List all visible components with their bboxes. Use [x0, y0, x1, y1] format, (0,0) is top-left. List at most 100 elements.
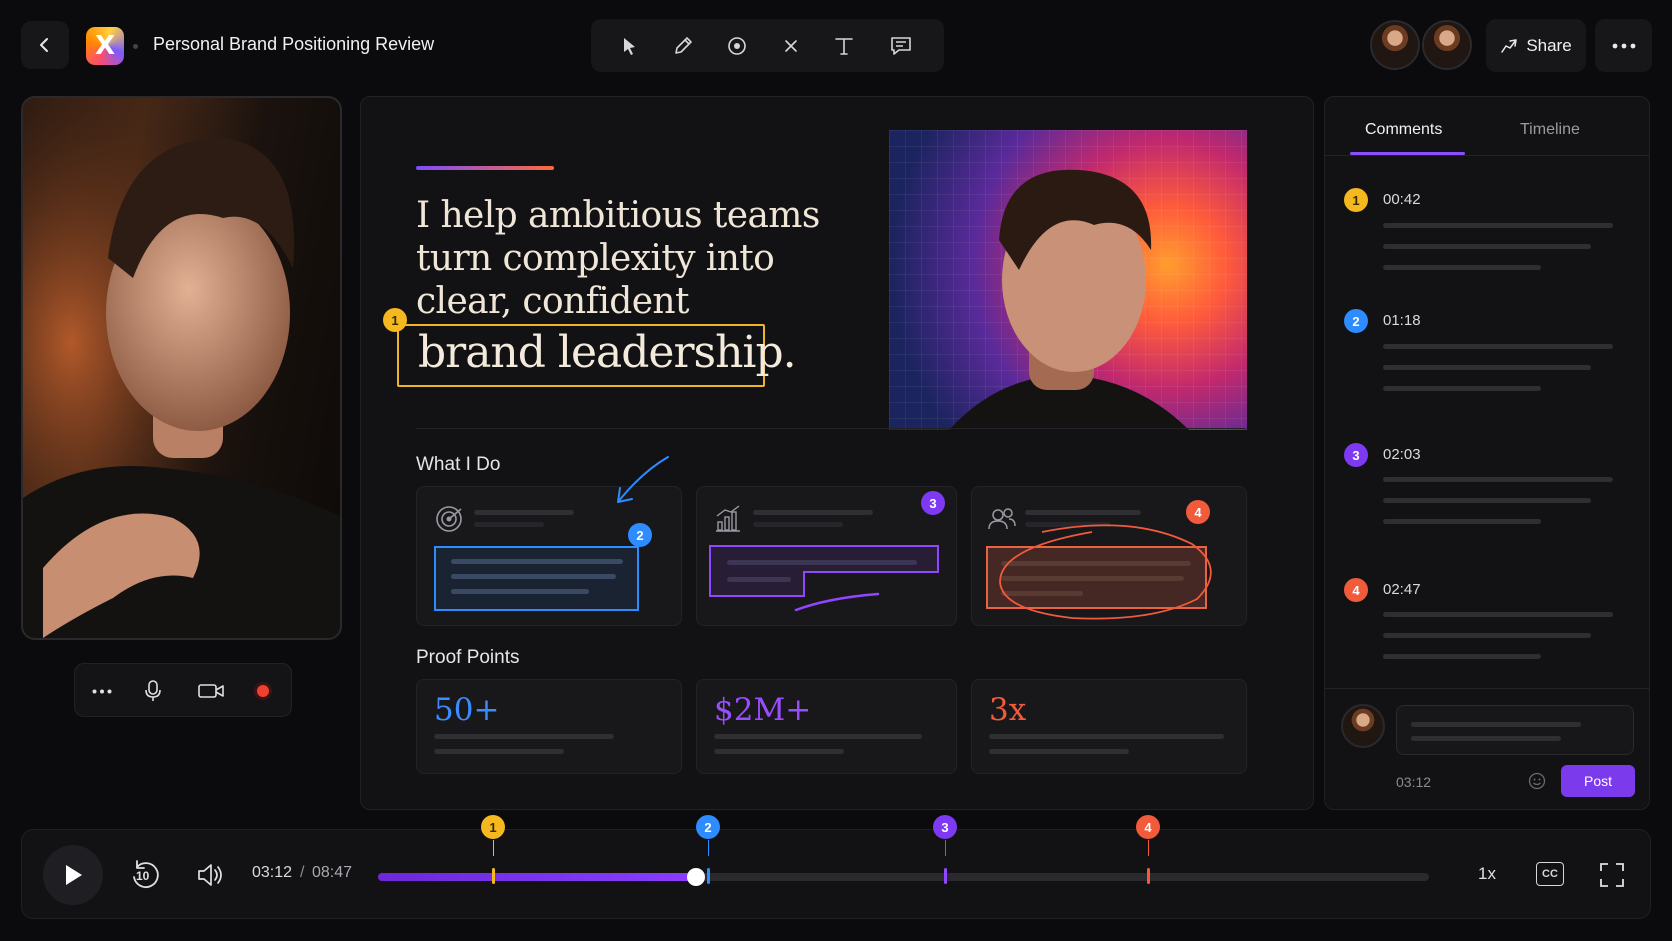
- comment-2-time: 01:18: [1383, 312, 1421, 329]
- card-2-subtitle-bar: [753, 522, 843, 527]
- presenter-image: [23, 98, 340, 638]
- comment-1-pin: 1: [1344, 188, 1368, 212]
- headline-line-3: clear, confident: [416, 281, 689, 322]
- comment-input[interactable]: [1396, 705, 1634, 755]
- volume-button[interactable]: [195, 860, 225, 890]
- hero-portrait-image: [889, 130, 1247, 430]
- proof-2-line-1: [714, 734, 922, 739]
- arrow-annotation-icon: [617, 456, 669, 503]
- card-2-line-2: [727, 577, 791, 582]
- annotation-toolbar: [591, 19, 944, 72]
- comment-2-line-3: [1383, 386, 1541, 391]
- timeline-progress: [378, 873, 697, 881]
- comment-1-line-2: [1383, 244, 1591, 249]
- circle-icon: [728, 37, 746, 55]
- play-button[interactable]: [43, 845, 103, 905]
- annotation-pin-2[interactable]: 2: [628, 523, 652, 547]
- current-time: 03:12: [252, 864, 293, 881]
- title-separator: [133, 44, 138, 49]
- marker-stem-3: [945, 840, 946, 856]
- timeline-marker-4[interactable]: 4: [1136, 815, 1160, 839]
- comment-1-line-1: [1383, 223, 1613, 228]
- text-icon: [835, 38, 853, 55]
- comment-3-line-3: [1383, 519, 1541, 524]
- select-tool[interactable]: [611, 27, 649, 65]
- timeline-marker-2[interactable]: 2: [696, 815, 720, 839]
- annotation-pin-4[interactable]: 4: [1186, 500, 1210, 524]
- current-user-avatar: [1341, 704, 1385, 748]
- captions-button[interactable]: CC: [1536, 862, 1564, 886]
- fullscreen-button[interactable]: [1598, 861, 1626, 889]
- emoji-icon[interactable]: [1528, 772, 1546, 790]
- volume-icon: [198, 864, 222, 886]
- collaborator-avatar-2[interactable]: [1422, 20, 1472, 70]
- collaborator-avatar-1[interactable]: [1370, 20, 1420, 70]
- comment-3-line-1: [1383, 477, 1613, 482]
- app-logo: X: [86, 27, 124, 65]
- microphone-button[interactable]: [139, 677, 167, 705]
- hero-portrait: [949, 169, 1189, 430]
- card-1-title-bar: [474, 510, 574, 515]
- record-button[interactable]: [251, 679, 275, 703]
- target-icon: [436, 506, 462, 532]
- total-duration: 08:47: [312, 864, 353, 881]
- share-button[interactable]: Share: [1486, 19, 1586, 72]
- tab-timeline[interactable]: Timeline: [1520, 121, 1580, 139]
- post-button[interactable]: Post: [1561, 765, 1635, 797]
- circle-annotation-shape: [999, 524, 1212, 620]
- composer-divider: [1325, 688, 1649, 689]
- close-x-icon: [785, 40, 797, 52]
- skip-back-button[interactable]: 10: [128, 858, 162, 892]
- card-1-subtitle-bar: [474, 522, 544, 527]
- pencil-icon: [675, 37, 692, 54]
- more-options-button[interactable]: [1595, 19, 1652, 72]
- eraser-tool[interactable]: [772, 27, 810, 65]
- tab-comments[interactable]: Comments: [1365, 121, 1442, 139]
- timeline-marker-3[interactable]: 3: [933, 815, 957, 839]
- slide-accent-line: [416, 166, 554, 170]
- camera-button[interactable]: [195, 677, 227, 705]
- card-2-line-1: [727, 560, 917, 565]
- proof-value-2: $2M+: [714, 692, 812, 728]
- comment-tool[interactable]: [882, 27, 920, 65]
- comment-2-line-1: [1383, 344, 1613, 349]
- playback-speed-button[interactable]: 1x: [1478, 864, 1496, 884]
- circle-tool[interactable]: [718, 27, 756, 65]
- annotation-pin-1[interactable]: 1: [383, 308, 407, 332]
- proof-points-heading: Proof Points: [416, 647, 520, 668]
- video-more-button[interactable]: [89, 678, 115, 704]
- presenter-video[interactable]: [21, 96, 342, 640]
- record-icon: [254, 682, 272, 700]
- ellipsis-icon: [1612, 43, 1635, 48]
- ellipsis-icon: [92, 689, 112, 693]
- timeline-marker-1[interactable]: 1: [481, 815, 505, 839]
- timeline-tick-1: [492, 868, 495, 884]
- proof-1-line-1: [434, 734, 614, 739]
- video-camera-icon: [198, 684, 224, 698]
- headline-line-2: turn complexity into: [416, 238, 775, 279]
- card-1-line-1: [451, 559, 623, 564]
- comment-1-time: 00:42: [1383, 191, 1421, 208]
- comment-4-line-3: [1383, 654, 1541, 659]
- comment-2-pin: 2: [1344, 309, 1368, 333]
- marker-stem-1: [493, 840, 494, 856]
- text-tool[interactable]: [825, 27, 863, 65]
- document-title: Personal Brand Positioning Review: [153, 34, 435, 54]
- comment-3-pin: 3: [1344, 443, 1368, 467]
- skip-back-label: 10: [136, 869, 150, 883]
- headline-line-1: I help ambitious teams: [416, 195, 820, 236]
- time-separator: /: [300, 864, 305, 881]
- annotation-pin-3[interactable]: 3: [921, 491, 945, 515]
- tabs-divider: [1325, 155, 1649, 156]
- proof-3-line-1: [989, 734, 1224, 739]
- back-button[interactable]: [21, 21, 69, 69]
- pen-tool[interactable]: [664, 27, 702, 65]
- proof-3-line-2: [989, 749, 1129, 754]
- what-i-do-heading: What I Do: [416, 454, 501, 475]
- card-1-line-2: [451, 574, 616, 579]
- comment-input-line-1: [1411, 722, 1581, 727]
- comment-3-time: 02:03: [1383, 446, 1421, 463]
- card-1-line-3: [451, 589, 589, 594]
- comment-1-line-3: [1383, 265, 1541, 270]
- comment-3-line-2: [1383, 498, 1591, 503]
